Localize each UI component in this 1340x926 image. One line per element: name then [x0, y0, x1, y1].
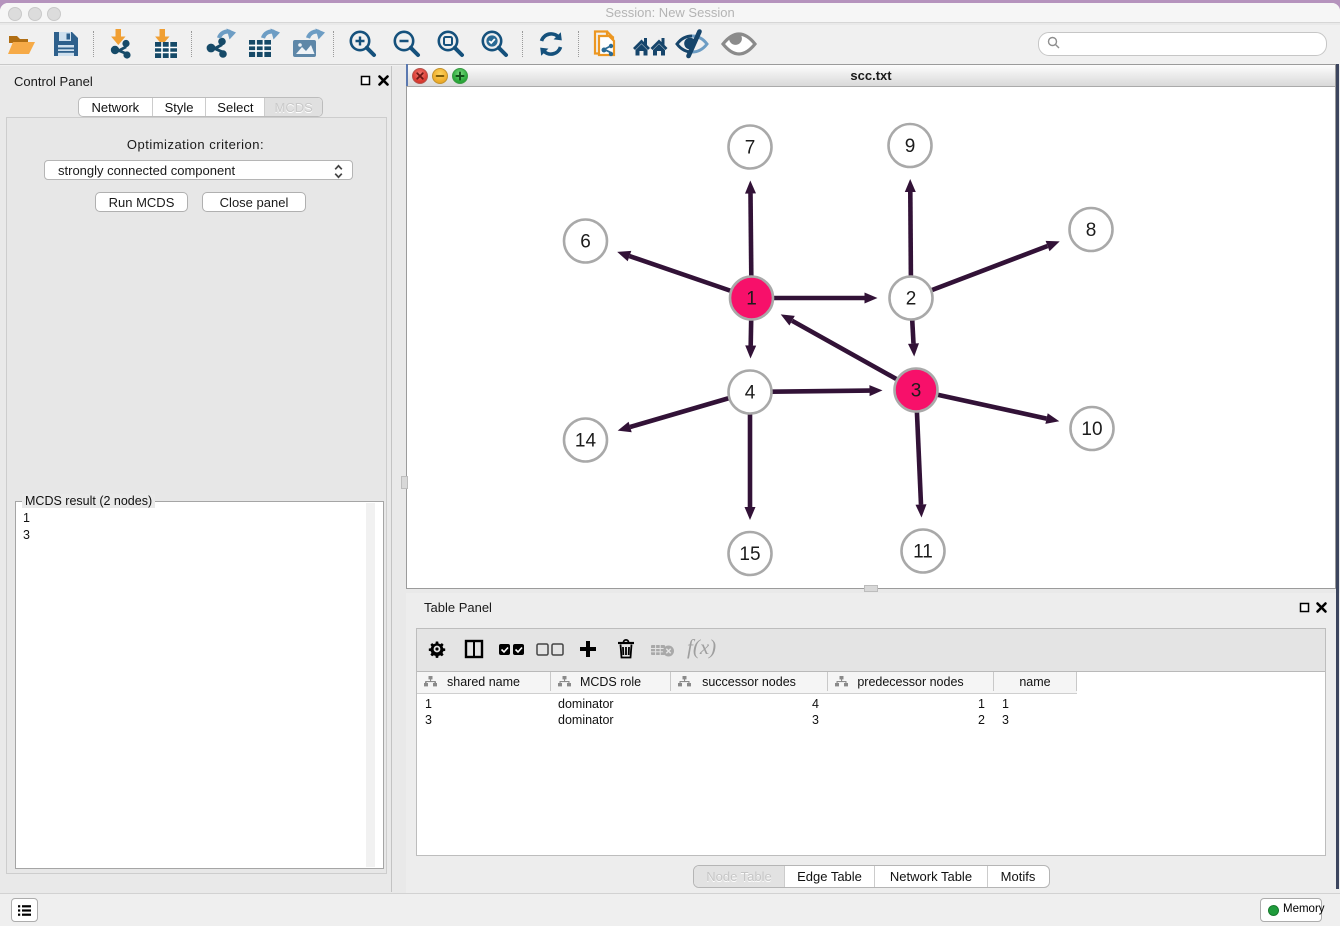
svg-text:9: 9 [905, 136, 916, 157]
svg-text:4: 4 [745, 383, 756, 404]
svg-text:1: 1 [746, 289, 757, 310]
svg-text:7: 7 [745, 138, 756, 159]
svg-text:14: 14 [575, 431, 597, 452]
svg-text:8: 8 [1086, 220, 1097, 241]
svg-text:2: 2 [906, 289, 917, 310]
svg-text:3: 3 [911, 381, 922, 402]
svg-text:11: 11 [913, 542, 933, 563]
svg-text:10: 10 [1081, 419, 1102, 440]
svg-text:15: 15 [739, 544, 760, 565]
svg-text:6: 6 [580, 232, 591, 253]
